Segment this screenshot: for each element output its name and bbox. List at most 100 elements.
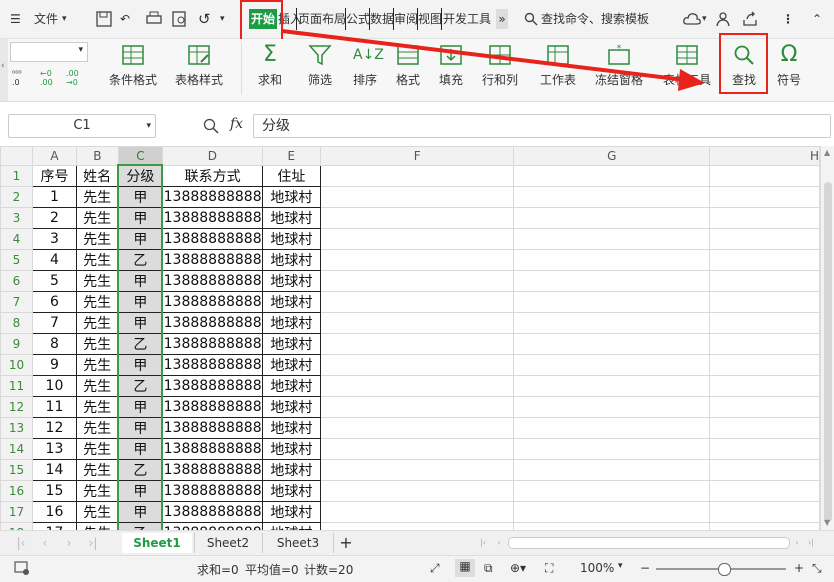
- horizontal-scrollbar[interactable]: [508, 537, 790, 549]
- cell-h16[interactable]: [709, 480, 820, 502]
- cell-h13[interactable]: [709, 417, 820, 439]
- undo-icon[interactable]: ↺: [198, 9, 211, 29]
- column-header-d[interactable]: D: [161, 146, 263, 166]
- cell-g11[interactable]: [513, 375, 711, 397]
- cell-d5[interactable]: 13888888888: [161, 249, 263, 271]
- cell-e8[interactable]: 地球村: [261, 312, 321, 334]
- cell-d10[interactable]: 13888888888: [161, 354, 263, 376]
- cell-h8[interactable]: [709, 312, 820, 334]
- cell-f10[interactable]: [319, 354, 515, 376]
- row-header[interactable]: 4: [0, 228, 33, 250]
- hscroll-right-icon[interactable]: ›|: [806, 533, 816, 553]
- cell-e6[interactable]: 地球村: [261, 270, 321, 292]
- cell-a11[interactable]: 10: [31, 375, 77, 397]
- cell-b5[interactable]: 先生: [75, 249, 119, 271]
- cell-e3[interactable]: 地球村: [261, 207, 321, 229]
- cell-a8[interactable]: 7: [31, 312, 77, 334]
- cell-g2[interactable]: [513, 186, 711, 208]
- cell-c13[interactable]: 甲: [117, 417, 164, 439]
- cell-d16[interactable]: 13888888888: [161, 480, 263, 502]
- chevron-down-icon[interactable]: ▾: [62, 9, 67, 29]
- column-header-h[interactable]: H: [709, 146, 820, 166]
- cell-f18[interactable]: [319, 522, 515, 530]
- cell-f17[interactable]: [319, 501, 515, 523]
- cell-h15[interactable]: [709, 459, 820, 481]
- row-header[interactable]: 11: [0, 375, 33, 397]
- cell-e16[interactable]: 地球村: [261, 480, 321, 502]
- cell-d1[interactable]: 联系方式: [161, 164, 263, 187]
- add-decimal-icon[interactable]: ⁰⁰⁰ .0: [12, 69, 22, 87]
- last-sheet-icon[interactable]: ›|: [86, 533, 100, 553]
- cell-g17[interactable]: [513, 501, 711, 523]
- cell-d7[interactable]: 13888888888: [161, 291, 263, 313]
- cell-h1[interactable]: [709, 164, 820, 187]
- cell-d9[interactable]: 13888888888: [161, 333, 263, 355]
- cell-c7[interactable]: 甲: [117, 291, 164, 313]
- cell-h14[interactable]: [709, 438, 820, 460]
- cell-c8[interactable]: 甲: [117, 312, 164, 334]
- cell-b10[interactable]: 先生: [75, 354, 119, 376]
- cell-c5[interactable]: 乙: [117, 249, 164, 271]
- cell-e12[interactable]: 地球村: [261, 396, 321, 418]
- cell-e11[interactable]: 地球村: [261, 375, 321, 397]
- cell-f1[interactable]: [319, 164, 515, 187]
- cell-f11[interactable]: [319, 375, 515, 397]
- row-header[interactable]: 9: [0, 333, 33, 355]
- cell-h6[interactable]: [709, 270, 820, 292]
- chevron-down-icon[interactable]: ▾: [618, 561, 623, 571]
- cell-a13[interactable]: 12: [31, 417, 77, 439]
- cell-c15[interactable]: 乙: [117, 459, 164, 481]
- row-header[interactable]: 5: [0, 249, 33, 271]
- cell-a9[interactable]: 8: [31, 333, 77, 355]
- cell-b11[interactable]: 先生: [75, 375, 119, 397]
- cell-h7[interactable]: [709, 291, 820, 313]
- sheet-tab-2[interactable]: Sheet2: [194, 533, 261, 553]
- cell-e18[interactable]: 地球村: [261, 522, 321, 530]
- cell-a15[interactable]: 14: [31, 459, 77, 481]
- cell-b18[interactable]: 先生: [75, 522, 119, 530]
- eye-protection-icon[interactable]: ⤢: [430, 561, 440, 576]
- cell-e13[interactable]: 地球村: [261, 417, 321, 439]
- zoom-in-icon[interactable]: +: [794, 561, 804, 575]
- row-header[interactable]: 3: [0, 207, 33, 229]
- sheet-tab-1[interactable]: Sheet1: [122, 533, 192, 553]
- column-header-a[interactable]: A: [31, 146, 77, 166]
- cell-c17[interactable]: 甲: [117, 501, 164, 523]
- cell-d15[interactable]: 13888888888: [161, 459, 263, 481]
- hscroll-next-icon[interactable]: ›: [792, 533, 802, 553]
- cell-f4[interactable]: [319, 228, 515, 250]
- cell-a1[interactable]: 序号: [31, 164, 77, 187]
- row-header[interactable]: 12: [0, 396, 33, 418]
- hscroll-left-icon[interactable]: |‹: [478, 533, 488, 553]
- cell-h11[interactable]: [709, 375, 820, 397]
- cell-d13[interactable]: 13888888888: [161, 417, 263, 439]
- cell-b8[interactable]: 先生: [75, 312, 119, 334]
- row-header[interactable]: 2: [0, 186, 33, 208]
- cell-d4[interactable]: 13888888888: [161, 228, 263, 250]
- add-sheet-button[interactable]: +: [336, 533, 356, 553]
- cell-h4[interactable]: [709, 228, 820, 250]
- cell-a10[interactable]: 9: [31, 354, 77, 376]
- next-sheet-icon[interactable]: ›: [62, 533, 76, 553]
- cell-b16[interactable]: 先生: [75, 480, 119, 502]
- expand-icon[interactable]: ⤡: [812, 561, 822, 576]
- cell-e4[interactable]: 地球村: [261, 228, 321, 250]
- decrease-decimal-icon[interactable]: .00 →0: [66, 69, 79, 87]
- print-preview-icon[interactable]: [172, 9, 188, 29]
- cell-e7[interactable]: 地球村: [261, 291, 321, 313]
- cell-f9[interactable]: [319, 333, 515, 355]
- cell-c11[interactable]: 乙: [117, 375, 164, 397]
- ribbon-scroll-left[interactable]: ‹: [0, 39, 8, 101]
- cell-f6[interactable]: [319, 270, 515, 292]
- cell-g12[interactable]: [513, 396, 711, 418]
- reading-view-icon[interactable]: ⊕▾: [510, 561, 526, 575]
- prev-sheet-icon[interactable]: ‹: [38, 533, 52, 553]
- cell-h10[interactable]: [709, 354, 820, 376]
- cell-g4[interactable]: [513, 228, 711, 250]
- cell-f13[interactable]: [319, 417, 515, 439]
- more-icon[interactable]: ▾: [220, 9, 225, 29]
- zoom-out-icon[interactable]: −: [640, 561, 650, 575]
- cell-e17[interactable]: 地球村: [261, 501, 321, 523]
- cell-f16[interactable]: [319, 480, 515, 502]
- cell-c18[interactable]: 乙: [117, 522, 164, 530]
